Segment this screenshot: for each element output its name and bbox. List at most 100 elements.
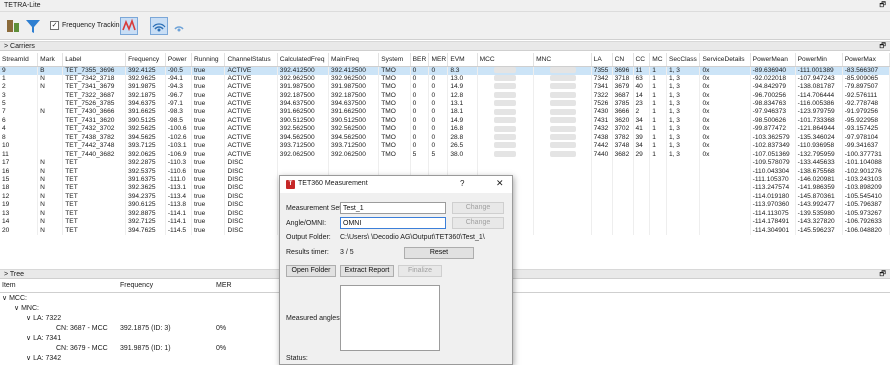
table-cell: 0 <box>410 142 430 151</box>
table-cell <box>533 108 592 117</box>
table-cell: 0x <box>699 142 751 151</box>
column-header-powermin[interactable]: PowerMin <box>795 53 843 67</box>
tree-column-mer[interactable]: MER <box>216 282 232 289</box>
extract-report-button[interactable]: Extract Report <box>340 265 394 277</box>
column-header-power[interactable]: Power <box>165 53 192 67</box>
float-panel-icon[interactable]: 🗗 <box>879 42 886 51</box>
table-row[interactable]: 6 TET_7431_3620 390.5125 -98.5 true ACTIVE 390… <box>0 116 890 126</box>
table-cell: 392.412500 <box>328 66 380 75</box>
table-cell: -106.792633 <box>842 217 890 227</box>
reset-button[interactable]: Reset <box>404 247 474 259</box>
column-header-cn[interactable]: CN <box>612 53 634 67</box>
frequency-tracking-icon[interactable] <box>120 17 138 35</box>
table-cell: 18.1 <box>447 108 478 117</box>
table-row[interactable]: 7 N TET_7430_3666 391.6625 -98.3 true ACTIVE 39… <box>0 108 890 117</box>
column-header-servicedetails[interactable]: ServiceDetails <box>699 53 751 67</box>
column-header-mainfreq[interactable]: MainFreq <box>328 53 380 67</box>
table-row[interactable]: 2 N TET_7341_3679 391.9875 -94.3 true ACTIVE 39… <box>0 82 890 92</box>
table-cell <box>666 167 701 176</box>
table-cell: DISC <box>224 209 278 218</box>
measurement-set-input[interactable] <box>340 202 446 214</box>
table-cell: -79.897507 <box>842 82 890 92</box>
antenna-off-icon[interactable] <box>170 17 188 35</box>
measurement-set-label: Measurement Set: <box>286 205 344 212</box>
change-angle-button[interactable]: Change <box>452 217 504 229</box>
table-cell: 16.8 <box>447 125 478 134</box>
column-header-cc[interactable]: CC <box>633 53 651 67</box>
help-icon[interactable]: ? <box>460 179 464 188</box>
table-cell <box>533 125 592 134</box>
column-header-streamid[interactable]: StreamId <box>0 53 39 67</box>
column-header-running[interactable]: Running <box>191 53 226 67</box>
tree-item-label: ∨ LA: 7341 <box>26 335 62 342</box>
carriers-section-header[interactable]: > Carriers 🗗 <box>0 41 890 51</box>
float-window-icon[interactable]: 🗗 <box>879 0 886 12</box>
table-cell: 63 <box>633 74 651 83</box>
column-header-mer[interactable]: MER <box>428 53 449 67</box>
table-cell <box>533 66 592 75</box>
table-cell: 7430 <box>591 108 613 117</box>
table-cell: 7440 <box>591 150 613 159</box>
change-measurement-set-button[interactable]: Change <box>452 202 504 214</box>
finalize-button[interactable]: Finalize <box>398 265 442 277</box>
column-header-label[interactable]: Label <box>62 53 127 67</box>
column-header-calculatedfreq[interactable]: CalculatedFreq <box>277 53 330 67</box>
table-row[interactable]: 10 TET_7442_3748 393.7125 -103.1 true ACTIVE 3… <box>0 142 890 151</box>
table-cell: TMO <box>378 74 411 83</box>
float-panel-icon[interactable]: 🗗 <box>879 270 886 279</box>
column-header-mark[interactable]: Mark <box>37 53 64 67</box>
table-cell: -89.636940 <box>750 66 796 75</box>
table-row[interactable]: 1 N TET_7342_3718 392.9625 -94.1 true ACTIVE 39… <box>0 74 890 83</box>
table-cell: -139.535980 <box>795 209 843 218</box>
table-cell <box>533 116 592 126</box>
column-header-system[interactable]: System <box>378 53 411 67</box>
table-row[interactable]: 8 TET_7438_3782 394.5625 -102.6 true ACTIVE 39… <box>0 133 890 142</box>
column-header-mcc[interactable]: MCC <box>477 53 535 67</box>
signal-scan-icon[interactable] <box>4 17 22 35</box>
table-row[interactable]: 3 TET_7322_3687 392.1875 -96.7 true ACTIVE 392… <box>0 91 890 100</box>
antenna-icon[interactable] <box>150 17 168 35</box>
dialog-title-bar: T TET360 Measurement ? ✕ <box>280 176 512 193</box>
column-header-mnc[interactable]: MNC <box>533 53 592 67</box>
column-header-la[interactable]: LA <box>591 53 613 67</box>
table-cell <box>591 201 613 210</box>
table-row[interactable]: 9 B TET_7355_3696 392.4125 -90.5 true ACTIVE 39… <box>0 66 890 75</box>
redacted-value <box>493 134 516 141</box>
close-icon[interactable]: ✕ <box>496 178 504 189</box>
table-cell <box>591 226 613 235</box>
table-row[interactable]: 4 TET_7432_3702 392.5625 -100.6 true ACTIVE 39… <box>0 125 890 134</box>
table-cell: 2 <box>0 82 39 92</box>
table-row[interactable]: 5 TET_7526_3785 394.6375 -97.1 true ACTIVE 394… <box>0 99 890 109</box>
table-cell: 12 <box>0 192 39 202</box>
table-cell: 3702 <box>612 125 634 134</box>
column-header-channelstatus[interactable]: ChannelStatus <box>224 53 278 67</box>
column-header-secclass[interactable]: SecClass <box>666 53 701 67</box>
table-cell <box>591 209 613 218</box>
table-row[interactable]: 11 TET_7440_3682 392.0625 -106.9 true ACTIVE 3… <box>0 150 890 159</box>
column-header-frequency[interactable]: Frequency <box>125 53 166 67</box>
table-cell <box>666 226 701 235</box>
table-cell: -113.247574 <box>750 184 796 193</box>
column-header-powermean[interactable]: PowerMean <box>750 53 796 67</box>
table-cell <box>612 226 634 235</box>
table-cell: 20 <box>0 226 39 235</box>
column-header-powermax[interactable]: PowerMax <box>842 53 890 67</box>
column-header-ber[interactable]: BER <box>410 53 430 67</box>
table-cell: N <box>37 226 64 235</box>
table-cell: 0 <box>410 74 430 83</box>
column-header-evm[interactable]: EVM <box>447 53 478 67</box>
table-cell: 394.7625 <box>125 226 166 235</box>
table-cell: TET_7430_3666 <box>62 108 127 117</box>
table-cell <box>666 201 701 210</box>
table-row[interactable]: 17 N TET 392.2875 -110.3 true DISC -109.578079-… <box>0 158 890 168</box>
table-cell: 0x <box>699 116 751 126</box>
tree-column-frequency[interactable]: Frequency <box>120 282 153 289</box>
frequency-tracking-checkbox[interactable]: ✓ <box>50 21 59 30</box>
filter-icon[interactable] <box>24 17 42 35</box>
open-folder-button[interactable]: Open Folder <box>286 265 336 277</box>
angle-input[interactable] <box>340 217 446 229</box>
column-header-mc[interactable]: MC <box>649 53 667 67</box>
tree-column-item[interactable]: Item <box>2 282 16 289</box>
table-cell <box>37 116 64 126</box>
measured-angles-list[interactable] <box>340 285 440 351</box>
